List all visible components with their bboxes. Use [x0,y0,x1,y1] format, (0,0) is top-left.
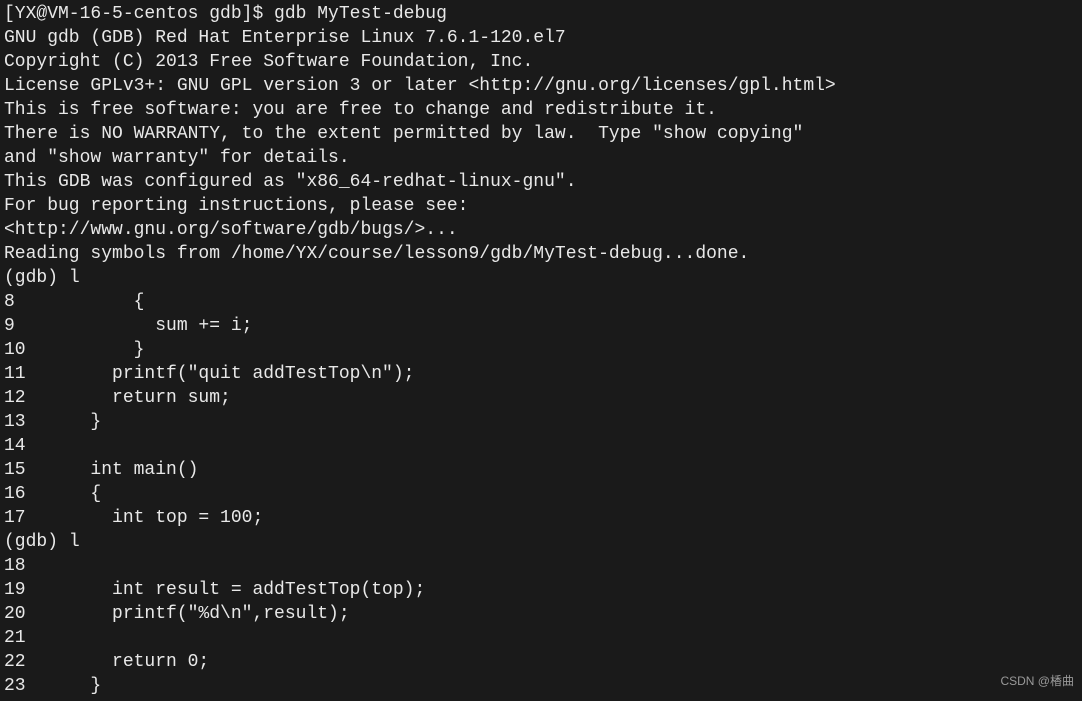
watermark: CSDN @楿曲 [1000,669,1074,693]
terminal-output: [YX@VM-16-5-centos gdb]$ gdb MyTest-debu… [4,2,1078,698]
source-line: 17 int top = 100; [4,506,1078,530]
source-line: 10 } [4,338,1078,362]
gdb-output-line: For bug reporting instructions, please s… [4,194,1078,218]
shell-prompt-line[interactable]: [YX@VM-16-5-centos gdb]$ gdb MyTest-debu… [4,2,1078,26]
gdb-prompt: (gdb) [4,268,69,288]
gdb-command: l [69,268,80,288]
source-line: 23 } [4,674,1078,698]
source-line: 12 return sum; [4,386,1078,410]
gdb-output-line: This is free software: you are free to c… [4,98,1078,122]
source-line: 21 [4,626,1078,650]
gdb-prompt: (gdb) [4,532,69,552]
source-line: 16 { [4,482,1078,506]
source-line: 15 int main() [4,458,1078,482]
gdb-output-line: GNU gdb (GDB) Red Hat Enterprise Linux 7… [4,26,1078,50]
source-line: 11 printf("quit addTestTop\n"); [4,362,1078,386]
source-line: 22 return 0; [4,650,1078,674]
gdb-output-line: License GPLv3+: GNU GPL version 3 or lat… [4,74,1078,98]
gdb-output-line: There is NO WARRANTY, to the extent perm… [4,122,1078,146]
shell-command: gdb MyTest-debug [274,4,447,24]
gdb-output-line: and "show warranty" for details. [4,146,1078,170]
source-line: 19 int result = addTestTop(top); [4,578,1078,602]
gdb-prompt-line[interactable]: (gdb) l [4,266,1078,290]
source-line: 13 } [4,410,1078,434]
source-line: 8 { [4,290,1078,314]
gdb-output-line: This GDB was configured as "x86_64-redha… [4,170,1078,194]
gdb-output-line: Copyright (C) 2013 Free Software Foundat… [4,50,1078,74]
shell-prompt: [YX@VM-16-5-centos gdb]$ [4,4,274,24]
gdb-output-line: Reading symbols from /home/YX/course/les… [4,242,1078,266]
gdb-prompt-line[interactable]: (gdb) l [4,530,1078,554]
source-line: 18 [4,554,1078,578]
source-line: 14 [4,434,1078,458]
source-line: 20 printf("%d\n",result); [4,602,1078,626]
gdb-command: l [69,532,80,552]
source-line: 9 sum += i; [4,314,1078,338]
gdb-output-line: <http://www.gnu.org/software/gdb/bugs/>.… [4,218,1078,242]
